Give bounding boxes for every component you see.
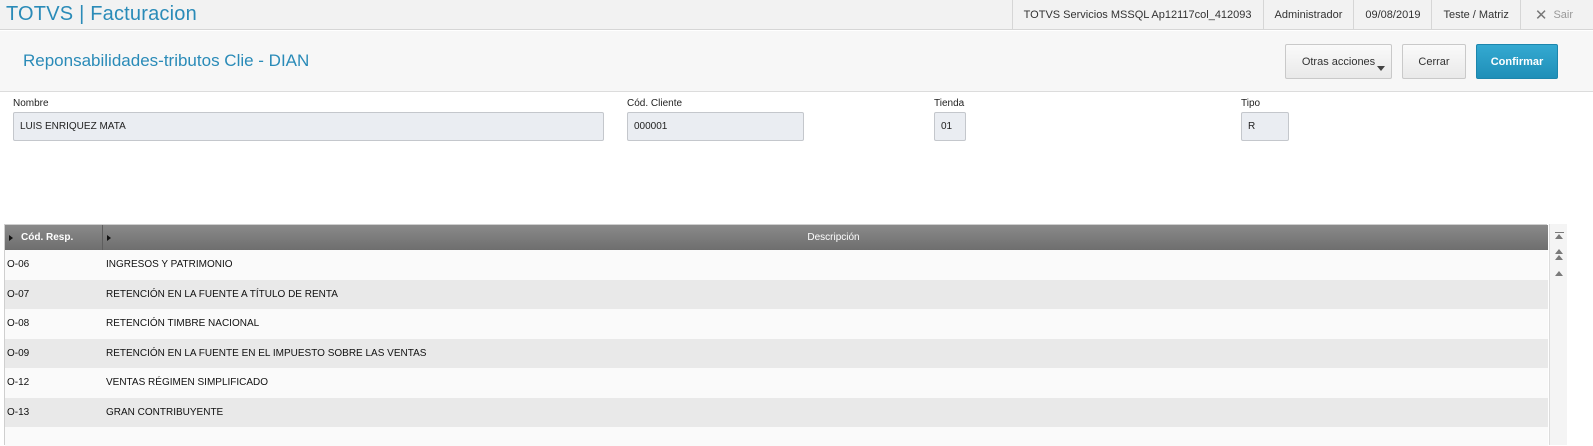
close-button[interactable]: Cerrar [1402,44,1466,79]
cod-cliente-field[interactable]: 000001 [627,112,804,141]
scroll-page-up-icon[interactable] [1553,246,1565,262]
empty-row [5,427,1548,446]
environment-label: TOTVS Servicios MSSQL Ap12117col_412093 [1011,0,1263,30]
cod-cliente-label: Cód. Cliente [627,98,683,109]
exit-label: Sair [1553,9,1573,21]
table-row[interactable]: O-13 GRAN CONTRIBUYENTE [5,397,1548,427]
row-description: RETENCIÓN EN LA FUENTE A TÍTULO DE RENTA [106,288,338,300]
confirm-button[interactable]: Confirmar [1476,44,1558,79]
responsibilities-grid: Cód. Resp. Descripción O-06 INGRESOS Y P… [4,224,1548,446]
other-actions-button[interactable]: Otras acciones [1285,44,1392,79]
sort-arrow-icon [107,234,111,241]
scroll-up-icon[interactable] [1553,265,1565,281]
tienda-field[interactable]: 01 [934,112,966,141]
page-title: Reponsabilidades-tributos Clie - DIAN [23,51,310,70]
other-actions-label: Otras acciones [1301,55,1376,68]
column-header-code[interactable]: Cód. Resp. [5,225,103,250]
row-description: RETENCIÓN TIMBRE NACIONAL [106,318,260,330]
table-row[interactable]: O-08 RETENCIÓN TIMBRE NACIONAL [5,309,1548,339]
exit-button[interactable]: ✕ Sair [1519,0,1593,30]
tipo-label: Tipo [1241,98,1261,109]
nombre-label: Nombre [13,98,49,109]
table-row[interactable]: O-12 VENTAS RÉGIMEN SIMPLIFICADO [5,368,1548,398]
row-description: INGRESOS Y PATRIMONIO [106,259,233,271]
user-label: Administrador [1262,0,1354,30]
row-description: RETENCIÓN EN LA FUENTE EN EL IMPUESTO SO… [106,347,427,359]
date-label: 09/08/2019 [1353,0,1431,30]
row-description: VENTAS RÉGIMEN SIMPLIFICADO [106,377,269,389]
tienda-label: Tienda [934,98,965,109]
chevron-down-icon [1377,66,1385,71]
page-header: Reponsabilidades-tributos Clie - DIAN Ot… [0,31,1593,92]
scroll-top-icon[interactable] [1553,227,1565,243]
tipo-field[interactable]: R [1241,112,1289,141]
branch-label: Teste / Matriz [1431,0,1519,30]
table-row[interactable]: O-06 INGRESOS Y PATRIMONIO [5,250,1548,280]
row-code: O-13 [7,406,30,418]
column-header-description-label: Descripción [807,232,860,243]
grid-header: Cód. Resp. Descripción [5,225,1548,250]
column-header-description[interactable]: Descripción [103,225,1548,250]
table-row[interactable]: O-09 RETENCIÓN EN LA FUENTE EN EL IMPUES… [5,338,1548,368]
row-code: O-08 [7,318,30,330]
row-code: O-12 [7,377,30,389]
app-title: TOTVS | Facturacion [6,3,197,25]
row-code: O-06 [7,259,30,271]
row-code: O-09 [7,347,30,359]
column-header-code-label: Cód. Resp. [21,232,74,243]
nombre-field[interactable]: LUIS ENRIQUEZ MATA [13,112,604,141]
row-description: GRAN CONTRIBUYENTE [106,406,224,418]
close-icon: ✕ [1534,6,1548,24]
grid-scrollbar[interactable] [1549,224,1567,445]
table-row[interactable]: O-07 RETENCIÓN EN LA FUENTE A TÍTULO DE … [5,279,1548,309]
sort-arrow-icon [9,234,13,241]
top-bar: TOTVS | Facturacion TOTVS Servicios MSSQ… [0,0,1593,30]
top-bar-info: TOTVS Servicios MSSQL Ap12117col_412093 … [1011,0,1593,30]
row-code: O-07 [7,288,30,300]
